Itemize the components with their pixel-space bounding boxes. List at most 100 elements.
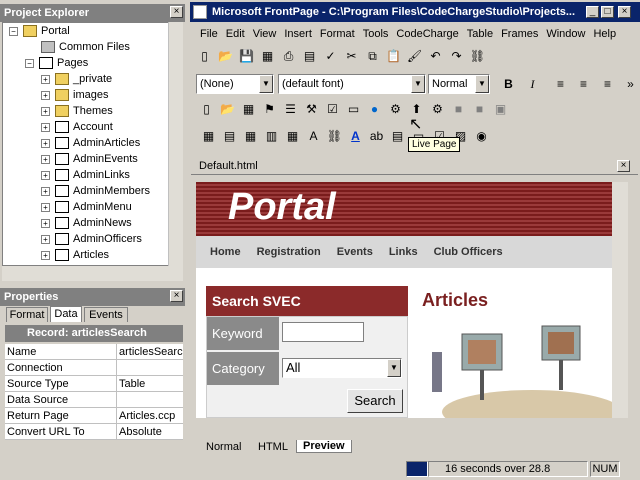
expand-icon[interactable]: + bbox=[41, 106, 50, 116]
cut-icon[interactable]: ✂ bbox=[341, 46, 362, 67]
nav-link[interactable]: Club Officers bbox=[434, 236, 503, 268]
directory-icon[interactable]: ▥ bbox=[261, 126, 282, 147]
menu-item-window[interactable]: Window bbox=[546, 26, 585, 42]
expand-icon[interactable]: + bbox=[41, 138, 50, 148]
publish-icon[interactable]: ▦ bbox=[257, 46, 278, 67]
textbox-icon[interactable]: ab bbox=[366, 126, 387, 147]
category-select[interactable]: All ▼ bbox=[282, 358, 402, 378]
tree-item-page[interactable]: + images bbox=[41, 87, 108, 103]
tree-item-page[interactable]: + _private bbox=[41, 71, 112, 87]
property-value[interactable]: Articles.ccp bbox=[119, 408, 183, 424]
tab-html[interactable]: HTML bbox=[252, 441, 294, 453]
grid-icon[interactable]: ▦ bbox=[198, 126, 219, 147]
style-dropdown[interactable]: (None) ▼ bbox=[196, 74, 274, 94]
property-row[interactable]: Connection bbox=[5, 360, 183, 376]
nav-link[interactable]: Links bbox=[389, 236, 418, 268]
save-icon[interactable]: 💾 bbox=[236, 46, 257, 67]
radio-icon[interactable]: ◉ bbox=[471, 126, 492, 147]
tree-item-page[interactable]: + AdminArticles bbox=[41, 135, 140, 151]
expand-icon[interactable]: + bbox=[41, 122, 50, 132]
nav-link[interactable]: Registration bbox=[257, 236, 321, 268]
hyperlink-text-icon[interactable]: A bbox=[345, 126, 366, 147]
menu-item-insert[interactable]: Insert bbox=[284, 26, 312, 42]
property-row[interactable]: Source Type Table bbox=[5, 376, 183, 392]
expand-icon[interactable]: + bbox=[41, 234, 50, 244]
tools-icon[interactable]: ⚒ bbox=[301, 99, 322, 120]
menu-item-frames[interactable]: Frames bbox=[501, 26, 538, 42]
collapse-icon[interactable]: − bbox=[25, 58, 34, 68]
collapse-icon[interactable]: − bbox=[9, 26, 18, 36]
expand-icon[interactable]: + bbox=[41, 74, 50, 84]
expand-icon[interactable]: + bbox=[41, 90, 50, 100]
tab-events[interactable]: Events bbox=[84, 307, 128, 322]
form-icon[interactable]: ▭ bbox=[343, 99, 364, 120]
hyperlink-icon[interactable]: ⛓ bbox=[467, 46, 488, 67]
tab-format[interactable]: Format bbox=[6, 307, 48, 322]
copy-icon[interactable]: ⧉ bbox=[362, 46, 383, 67]
properties-icon[interactable]: ☰ bbox=[280, 99, 301, 120]
tree-root[interactable]: − Portal bbox=[9, 23, 70, 39]
nav-link[interactable]: Events bbox=[337, 236, 373, 268]
tree-item-page[interactable]: + AdminMenu bbox=[41, 199, 132, 215]
more-icon[interactable]: » bbox=[620, 74, 640, 95]
tree-item-page[interactable]: + AdminNews bbox=[41, 215, 132, 231]
menu-item-table[interactable]: Table bbox=[467, 26, 493, 42]
menu-item-format[interactable]: Format bbox=[320, 26, 355, 42]
expand-icon[interactable]: + bbox=[41, 250, 50, 260]
preview-icon[interactable]: ▤ bbox=[299, 46, 320, 67]
tree-item-page[interactable]: + Articles bbox=[41, 247, 109, 263]
expand-icon[interactable]: + bbox=[41, 186, 50, 196]
property-row[interactable]: Name articlesSearch bbox=[5, 344, 183, 360]
keyword-input[interactable] bbox=[282, 322, 364, 342]
redo-icon[interactable]: ↷ bbox=[446, 46, 467, 67]
close-window-icon[interactable]: × bbox=[618, 6, 631, 18]
path-icon[interactable]: ▦ bbox=[282, 126, 303, 147]
explorer-scrollbar[interactable] bbox=[168, 22, 183, 266]
tree-item-page[interactable]: + AdminMembers bbox=[41, 183, 150, 199]
size-dropdown[interactable]: Normal ▼ bbox=[428, 74, 490, 94]
editable-grid-icon[interactable]: ▦ bbox=[240, 126, 261, 147]
project-tree[interactable]: − Portal Common Files − Pages + _private + im… bbox=[2, 22, 183, 266]
align-left-icon[interactable]: ≡ bbox=[550, 74, 571, 95]
open-icon[interactable]: 📂 bbox=[215, 46, 236, 67]
expand-icon[interactable]: + bbox=[41, 202, 50, 212]
maximize-icon[interactable]: □ bbox=[601, 6, 614, 18]
expand-icon[interactable]: + bbox=[41, 218, 50, 228]
link-icon[interactable]: ⛓ bbox=[324, 126, 345, 147]
spelling-icon[interactable]: ✓ bbox=[320, 46, 341, 67]
live-page-icon[interactable]: ● bbox=[364, 99, 385, 120]
new-icon[interactable]: ▯ bbox=[194, 46, 215, 67]
checklist-icon[interactable]: ☑ bbox=[322, 99, 343, 120]
tab-preview[interactable]: Preview bbox=[296, 440, 352, 453]
menu-item-tools[interactable]: Tools bbox=[363, 26, 389, 42]
property-value[interactable]: Table bbox=[119, 376, 183, 392]
close-icon[interactable]: × bbox=[170, 6, 183, 18]
align-right-icon[interactable]: ≡ bbox=[597, 74, 618, 95]
new-page-icon[interactable]: ▯ bbox=[196, 99, 217, 120]
doc-scrollbar[interactable] bbox=[612, 182, 628, 418]
search-button[interactable]: Search bbox=[347, 389, 403, 413]
menu-item-help[interactable]: Help bbox=[593, 26, 616, 42]
open-project-icon[interactable]: 📂 bbox=[217, 99, 238, 120]
tree-item-page[interactable]: + AdminEvents bbox=[41, 151, 138, 167]
print-icon[interactable]: ⎙ bbox=[278, 46, 299, 67]
property-row[interactable]: Data Source bbox=[5, 392, 183, 408]
explorer-hscrollbar[interactable] bbox=[2, 266, 183, 281]
bold-icon[interactable]: B bbox=[498, 74, 519, 95]
nav-link[interactable]: Home bbox=[210, 236, 241, 268]
close-doc-icon[interactable]: × bbox=[617, 160, 630, 172]
menu-item-view[interactable]: View bbox=[253, 26, 277, 42]
textarea-icon[interactable]: ▤ bbox=[387, 126, 408, 147]
tree-item-page[interactable]: + AdminOfficers bbox=[41, 231, 142, 247]
property-value[interactable]: Absolute bbox=[119, 424, 183, 440]
undo-icon[interactable]: ↶ bbox=[425, 46, 446, 67]
expand-icon[interactable]: + bbox=[41, 154, 50, 164]
property-row[interactable]: Convert URL To Absolute bbox=[5, 424, 183, 440]
tab-data[interactable]: Data bbox=[50, 306, 82, 322]
font-dropdown[interactable]: (default font) ▼ bbox=[278, 74, 426, 94]
property-row[interactable]: Return Page Articles.ccp bbox=[5, 408, 183, 424]
align-center-icon[interactable]: ≡ bbox=[573, 74, 594, 95]
minimize-icon[interactable]: _ bbox=[586, 6, 599, 18]
italic-icon[interactable]: I bbox=[522, 74, 543, 95]
tree-item-page[interactable]: + AdminLinks bbox=[41, 167, 130, 183]
